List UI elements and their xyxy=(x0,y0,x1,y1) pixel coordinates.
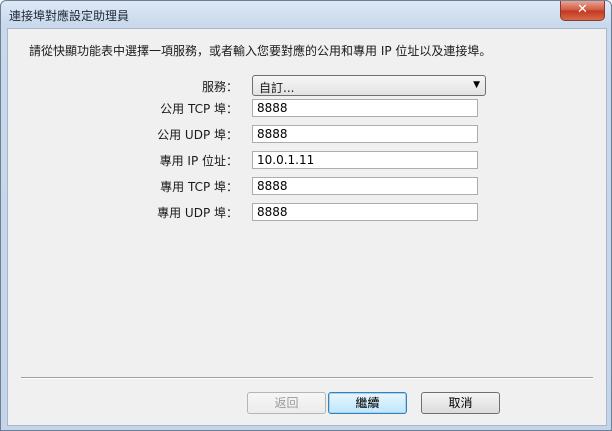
public-tcp-label: 公用 TCP 埠： xyxy=(160,102,238,116)
cancel-button[interactable]: 取消 xyxy=(421,392,500,414)
service-select-value: 自訂... xyxy=(259,81,295,95)
private-udp-input[interactable] xyxy=(252,203,478,221)
private-tcp-input[interactable] xyxy=(252,177,478,195)
private-ip-input[interactable] xyxy=(252,151,478,169)
window-title: 連接埠對應設定助理員 xyxy=(9,9,130,23)
dialog-window: 連接埠對應設定助理員 ✕ 請從快顯功能表中選擇一項服務，或者輸入您要對應的公用和… xyxy=(0,0,612,431)
footer-divider xyxy=(21,377,593,379)
title-bar[interactable]: 連接埠對應設定助理員 ✕ xyxy=(1,1,611,27)
instruction-text: 請從快顯功能表中選擇一項服務，或者輸入您要對應的公用和專用 IP 位址以及連接埠… xyxy=(29,44,492,58)
chevron-down-icon: ▼ xyxy=(473,80,480,90)
public-tcp-input[interactable] xyxy=(252,99,478,117)
close-icon: ✕ xyxy=(577,2,588,17)
service-label: 服務： xyxy=(201,80,238,94)
back-button[interactable]: 返回 xyxy=(247,392,326,414)
service-select[interactable]: 自訂... ▼ xyxy=(252,75,486,96)
public-udp-label: 公用 UDP 埠： xyxy=(157,128,238,142)
private-udp-label: 專用 UDP 埠： xyxy=(157,206,238,220)
dialog-content: 請從快顯功能表中選擇一項服務，或者輸入您要對應的公用和專用 IP 位址以及連接埠… xyxy=(7,28,607,426)
close-button[interactable]: ✕ xyxy=(560,1,605,21)
public-udp-input[interactable] xyxy=(252,125,478,143)
continue-button[interactable]: 繼續 xyxy=(328,392,407,414)
private-ip-label: 專用 IP 位址： xyxy=(159,154,238,168)
private-tcp-label: 專用 TCP 埠： xyxy=(160,180,238,194)
